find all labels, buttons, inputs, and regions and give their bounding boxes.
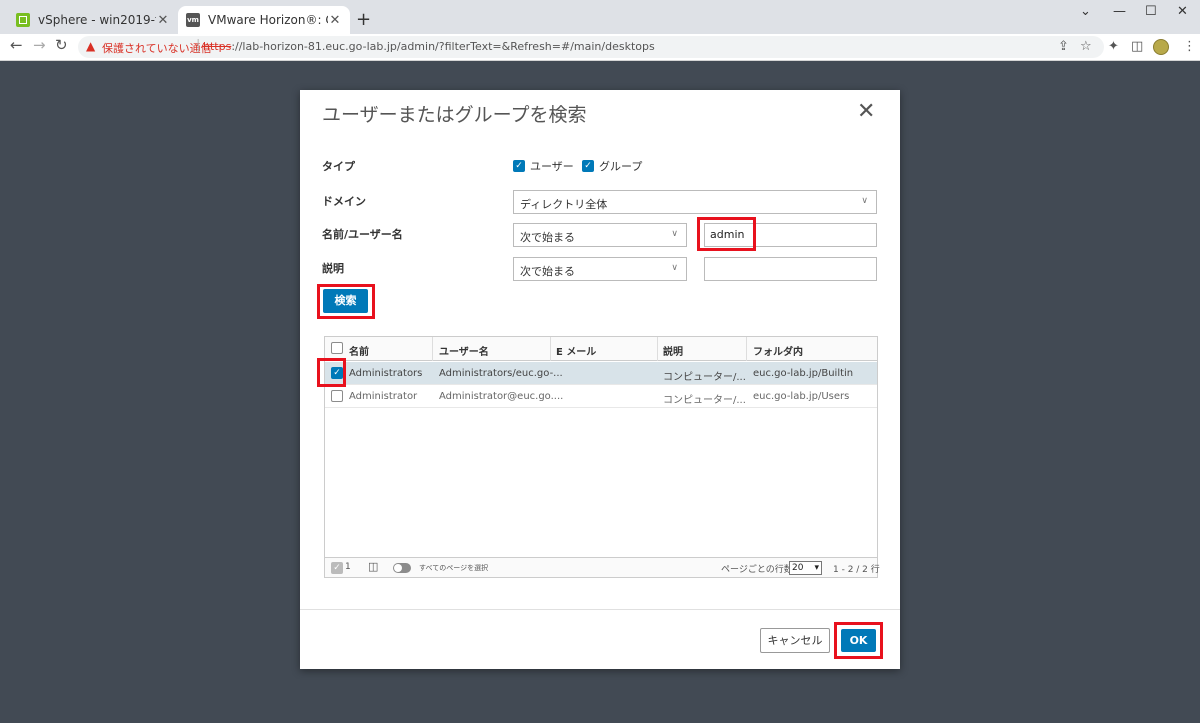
table-row[interactable]: Administrator Administrator@euc.go.... コ… (325, 385, 877, 408)
select-all-pages-toggle[interactable] (393, 563, 411, 573)
chevron-down-icon: ∨ (861, 196, 868, 206)
chevron-down-icon: ▾ (814, 563, 819, 573)
close-icon[interactable]: ✕ (857, 99, 875, 124)
reload-icon[interactable]: ↻ (55, 36, 68, 54)
star-icon[interactable]: ☆ (1080, 39, 1092, 54)
address-bar-row: ← → ↻ ▲ 保護されていない通信 | https://lab-horizon… (0, 34, 1200, 61)
back-icon[interactable]: ← (10, 36, 23, 54)
ok-button[interactable]: OK (841, 629, 876, 652)
share-icon[interactable]: ⇪ (1058, 39, 1069, 54)
url-text[interactable]: https://lab-horizon-81.euc.go-lab.jp/adm… (203, 40, 655, 53)
rows-per-page-label: ページごとの行数 (721, 565, 793, 575)
dialog-title: ユーザーまたはグループを検索 (322, 104, 587, 126)
url-separator: | (196, 38, 201, 53)
select-all-pages-label: すべてのページを選択 (419, 564, 489, 572)
browser-tab-bar: vSphere - win2019-template-02 ✕ vm VMwar… (0, 0, 1200, 34)
url-path: ://lab-horizon-81.euc.go-lab.jp/admin/?f… (231, 40, 655, 53)
chevron-down-icon: ∨ (671, 229, 678, 239)
tab-title: vSphere - win2019-template-02 (38, 13, 156, 27)
close-tab-icon[interactable]: ✕ (156, 13, 170, 28)
close-window-button[interactable]: ✕ (1177, 4, 1188, 19)
domain-label: ドメイン (322, 195, 366, 208)
pagination-range: 1 - 2 / 2 行 (833, 565, 880, 575)
vsphere-favicon-icon (16, 13, 30, 27)
user-checkbox-label: ユーザー (530, 160, 574, 173)
dialog-footer-divider (300, 609, 900, 610)
highlight-box (317, 358, 346, 387)
table-row[interactable]: ✓ Administrators Administrators/euc.go-.… (325, 362, 877, 385)
url-scheme: https (203, 40, 232, 53)
grid-header: 名前 ユーザー名 E メール 説明 フォルダ内 (325, 337, 877, 361)
column-header-folder[interactable]: フォルダ内 (753, 343, 803, 358)
side-panel-icon[interactable]: ◫ (1131, 39, 1143, 54)
column-divider[interactable] (550, 337, 551, 361)
minimize-button[interactable]: — (1113, 4, 1126, 19)
maximize-button[interactable]: ☐ (1145, 4, 1157, 19)
row-checkbox[interactable] (331, 390, 343, 402)
tab-title: VMware Horizon®: Cluster-LAB- (208, 13, 328, 27)
name-match-value: 次で始まる (520, 231, 575, 244)
description-label: 説明 (322, 262, 344, 275)
cell-username: Administrator@euc.go.... (439, 391, 564, 402)
name-label: 名前/ユーザー名 (322, 228, 403, 241)
menu-icon[interactable]: ⋮ (1183, 39, 1196, 54)
group-checkbox-label: グループ (599, 160, 643, 173)
selected-count: 1 (345, 562, 351, 572)
search-users-groups-dialog: ユーザーまたはグループを検索 ✕ タイプ ✓ ユーザー ✓ グループ ドメイン … (300, 90, 900, 669)
cell-description: コンピューター/... (663, 395, 746, 406)
profile-avatar[interactable] (1153, 39, 1169, 55)
column-header-email[interactable]: E メール (556, 343, 596, 358)
tab-search-icon[interactable]: ⌄ (1080, 4, 1091, 19)
type-label: タイプ (322, 160, 355, 173)
vmware-favicon-icon: vm (186, 13, 200, 27)
column-header-username[interactable]: ユーザー名 (439, 343, 489, 358)
cell-username: Administrators/euc.go-... (439, 368, 563, 379)
column-divider[interactable] (432, 337, 433, 361)
domain-select-value: ディレクトリ全体 (520, 198, 608, 211)
chevron-down-icon: ∨ (671, 263, 678, 273)
extensions-icon[interactable]: ✦ (1108, 39, 1119, 54)
user-checkbox[interactable]: ✓ (513, 160, 525, 172)
cell-name: Administrators (349, 368, 423, 379)
cell-folder: euc.go-lab.jp/Builtin (753, 368, 854, 379)
browser-tab-horizon[interactable]: vm VMware Horizon®: Cluster-LAB- ✕ (178, 6, 350, 34)
warning-icon[interactable]: ▲ (86, 39, 95, 53)
description-match-value: 次で始まる (520, 265, 575, 278)
column-header-description[interactable]: 説明 (663, 343, 683, 358)
cancel-button[interactable]: キャンセル (760, 628, 830, 653)
name-match-select[interactable]: 次で始まる ∨ (513, 223, 687, 247)
cell-name: Administrator (349, 391, 418, 402)
close-tab-icon[interactable]: ✕ (328, 13, 342, 28)
forward-icon[interactable]: → (33, 36, 46, 54)
column-header-name[interactable]: 名前 (349, 343, 369, 358)
cell-folder: euc.go-lab.jp/Users (753, 391, 850, 402)
new-tab-button[interactable]: + (356, 9, 371, 30)
select-all-checkbox[interactable] (331, 342, 343, 354)
column-divider[interactable] (746, 337, 747, 361)
description-match-select[interactable]: 次で始まる ∨ (513, 257, 687, 281)
group-checkbox[interactable]: ✓ (582, 160, 594, 172)
results-grid: 名前 ユーザー名 E メール 説明 フォルダ内 ✓ Administrators… (317, 336, 880, 578)
description-input[interactable] (704, 257, 877, 281)
column-divider[interactable] (657, 337, 658, 361)
name-input-value: admin (710, 228, 745, 241)
grid-footer: ✓ 1 ◫ すべてのページを選択 ページごとの行数 20 ▾ 1 - 2 / 2… (325, 557, 880, 577)
highlight-box: OK (834, 622, 883, 659)
selected-indicator-icon: ✓ (331, 562, 343, 574)
cell-description: コンピューター/... (663, 372, 746, 383)
rows-per-page-value: 20 (792, 563, 804, 573)
column-toggle-icon[interactable]: ◫ (368, 560, 378, 573)
search-button[interactable]: 検索 (323, 289, 368, 313)
browser-tab-vsphere[interactable]: vSphere - win2019-template-02 ✕ (8, 6, 178, 34)
rows-per-page-select[interactable]: 20 ▾ (789, 561, 822, 575)
domain-select[interactable]: ディレクトリ全体 ∨ (513, 190, 877, 214)
